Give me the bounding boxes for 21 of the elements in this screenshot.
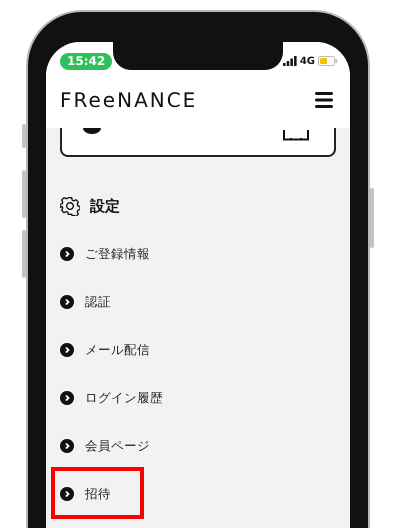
menu-link[interactable]: 認証: [85, 294, 111, 310]
section-title: 設定: [90, 196, 120, 216]
status-time: 15:42: [60, 52, 112, 70]
chevron-icon: [60, 295, 74, 309]
battery-icon: [318, 56, 338, 66]
menu-link[interactable]: 会員ページ: [85, 438, 150, 454]
menu-link[interactable]: ご登録情報: [85, 246, 150, 262]
settings-icon: [60, 196, 80, 216]
menu-link[interactable]: ログイン履歴: [85, 390, 163, 406]
app-logo: FReeNANCE: [60, 88, 198, 112]
chevron-icon: [60, 247, 74, 261]
tray-icon: [283, 130, 309, 141]
chevron-icon: [60, 487, 74, 501]
chevron-icon: [60, 391, 74, 405]
menu-link[interactable]: 招待: [85, 486, 111, 502]
chevron-icon: [60, 343, 74, 357]
menu-link[interactable]: メール配信: [85, 342, 150, 358]
chevron-icon: [60, 439, 74, 453]
signal-icon: [282, 56, 297, 66]
network-label: 4G: [300, 56, 315, 66]
menu-icon[interactable]: [315, 92, 333, 108]
